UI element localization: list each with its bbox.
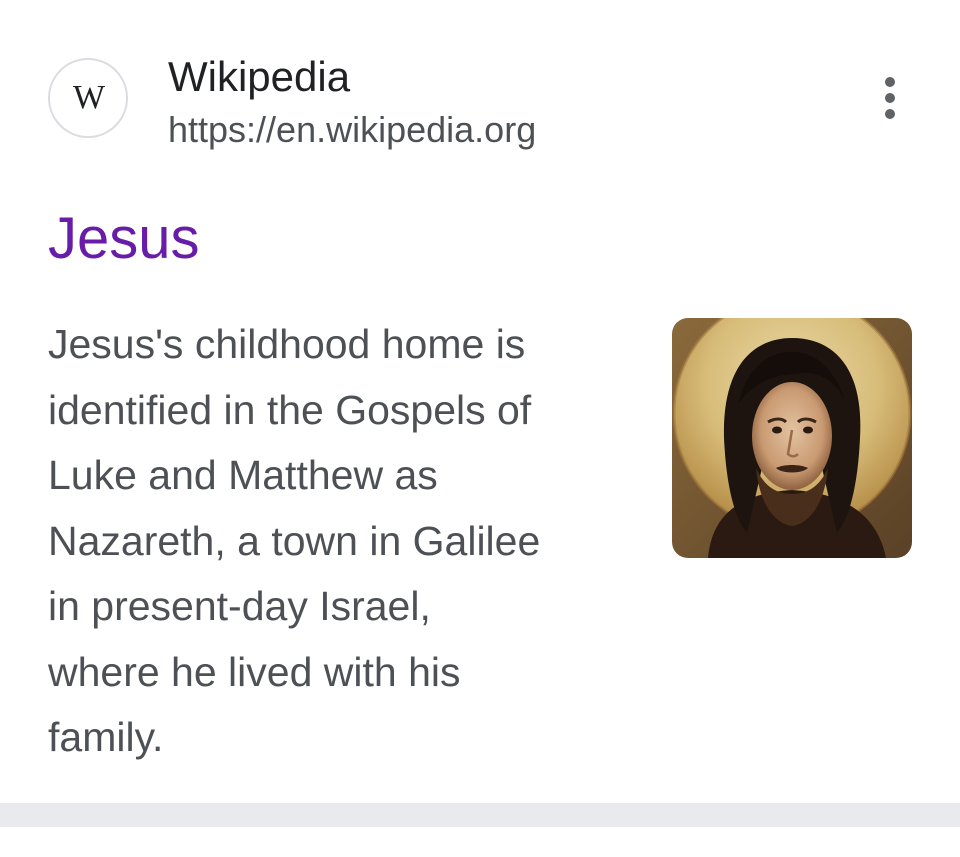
search-result-card: W Wikipedia https://en.wikipedia.org Jes… (0, 0, 960, 803)
site-url[interactable]: https://en.wikipedia.org (168, 108, 536, 152)
result-divider (0, 803, 960, 827)
snippet-line: Jesus's childhood home is (48, 321, 526, 367)
wikipedia-favicon-icon[interactable]: W (48, 58, 128, 138)
result-thumbnail[interactable] (672, 318, 912, 558)
snippet-line: Luke and Matthew as (48, 452, 438, 498)
snippet-line: identified in the Gospels of (48, 386, 532, 433)
result-snippet: Jesus's childhood home is identified in … (48, 312, 628, 771)
snippet-line: in present-day Israel, (48, 583, 431, 629)
more-vertical-icon (885, 77, 895, 119)
next-result-area (0, 827, 960, 857)
snippet-line: where he lived with his (48, 648, 461, 695)
wikipedia-w-icon: W (72, 79, 105, 116)
snippet-line: family. (48, 714, 164, 760)
site-name[interactable]: Wikipedia (168, 52, 350, 102)
result-title-link[interactable]: Jesus (48, 206, 200, 272)
snippet-line: Nazareth, a town in Galilee (48, 517, 541, 564)
more-options-button[interactable] (866, 74, 914, 122)
icon-portrait-thumbnail (672, 318, 912, 558)
